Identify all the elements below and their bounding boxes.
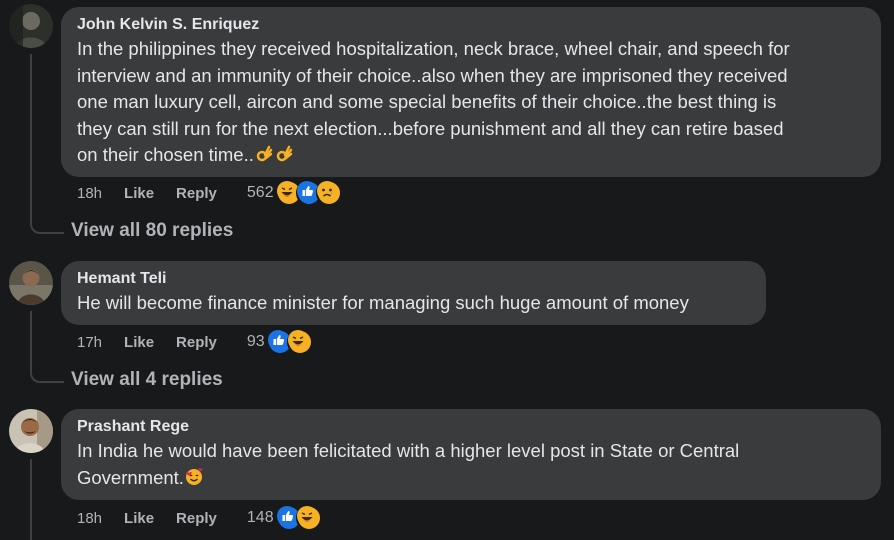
view-replies-link[interactable]: View all 80 replies bbox=[71, 220, 233, 242]
comment-actions: 18h Like Reply 148 bbox=[77, 505, 322, 531]
reaction-count[interactable]: 148 bbox=[247, 509, 274, 527]
smiling-face-with-hearts-emoji-icon bbox=[185, 467, 203, 485]
reaction-count[interactable]: 93 bbox=[247, 333, 265, 351]
thread-line bbox=[30, 311, 32, 369]
thread-connector bbox=[30, 220, 64, 234]
reaction-count[interactable]: 562 bbox=[247, 184, 274, 202]
comment-bubble: John Kelvin S. Enriquez In the philippin… bbox=[61, 7, 881, 177]
comment-timestamp[interactable]: 18h bbox=[77, 510, 102, 527]
avatar[interactable] bbox=[9, 4, 53, 48]
comment-author[interactable]: Hemant Teli bbox=[77, 269, 750, 289]
ok-hand-emoji-icon bbox=[256, 145, 273, 162]
comment-author[interactable]: Prashant Rege bbox=[77, 417, 865, 437]
comment-timestamp[interactable]: 17h bbox=[77, 334, 102, 351]
haha-reaction-icon[interactable] bbox=[295, 505, 322, 531]
view-replies-link[interactable]: View all 4 replies bbox=[71, 369, 223, 391]
comment-text: In India he would have been felicitated … bbox=[77, 440, 740, 488]
like-button[interactable]: Like bbox=[124, 185, 154, 202]
thread-line bbox=[30, 459, 32, 540]
avatar[interactable] bbox=[9, 261, 53, 305]
avatar[interactable] bbox=[9, 409, 53, 453]
comment-actions: 18h Like Reply 562 bbox=[77, 180, 342, 206]
comment-actions: 17h Like Reply 93 bbox=[77, 329, 313, 355]
like-button[interactable]: Like bbox=[124, 334, 154, 351]
sad-reaction-icon[interactable] bbox=[315, 180, 342, 206]
comment-timestamp[interactable]: 18h bbox=[77, 185, 102, 202]
comment-text: In the philippines they received hospita… bbox=[77, 38, 790, 165]
ok-hand-emoji-icon bbox=[276, 145, 293, 162]
reply-button[interactable]: Reply bbox=[176, 185, 217, 202]
comment-text: He will become finance minister for mana… bbox=[77, 292, 689, 313]
haha-reaction-icon[interactable] bbox=[286, 329, 313, 355]
comment-author[interactable]: John Kelvin S. Enriquez bbox=[77, 15, 865, 35]
comment-bubble: Hemant Teli He will become finance minis… bbox=[61, 261, 766, 325]
thread-line bbox=[30, 54, 32, 220]
thread-connector bbox=[30, 369, 64, 383]
comment-bubble: Prashant Rege In India he would have bee… bbox=[61, 409, 881, 500]
reply-button[interactable]: Reply bbox=[176, 510, 217, 527]
like-button[interactable]: Like bbox=[124, 510, 154, 527]
reply-button[interactable]: Reply bbox=[176, 334, 217, 351]
